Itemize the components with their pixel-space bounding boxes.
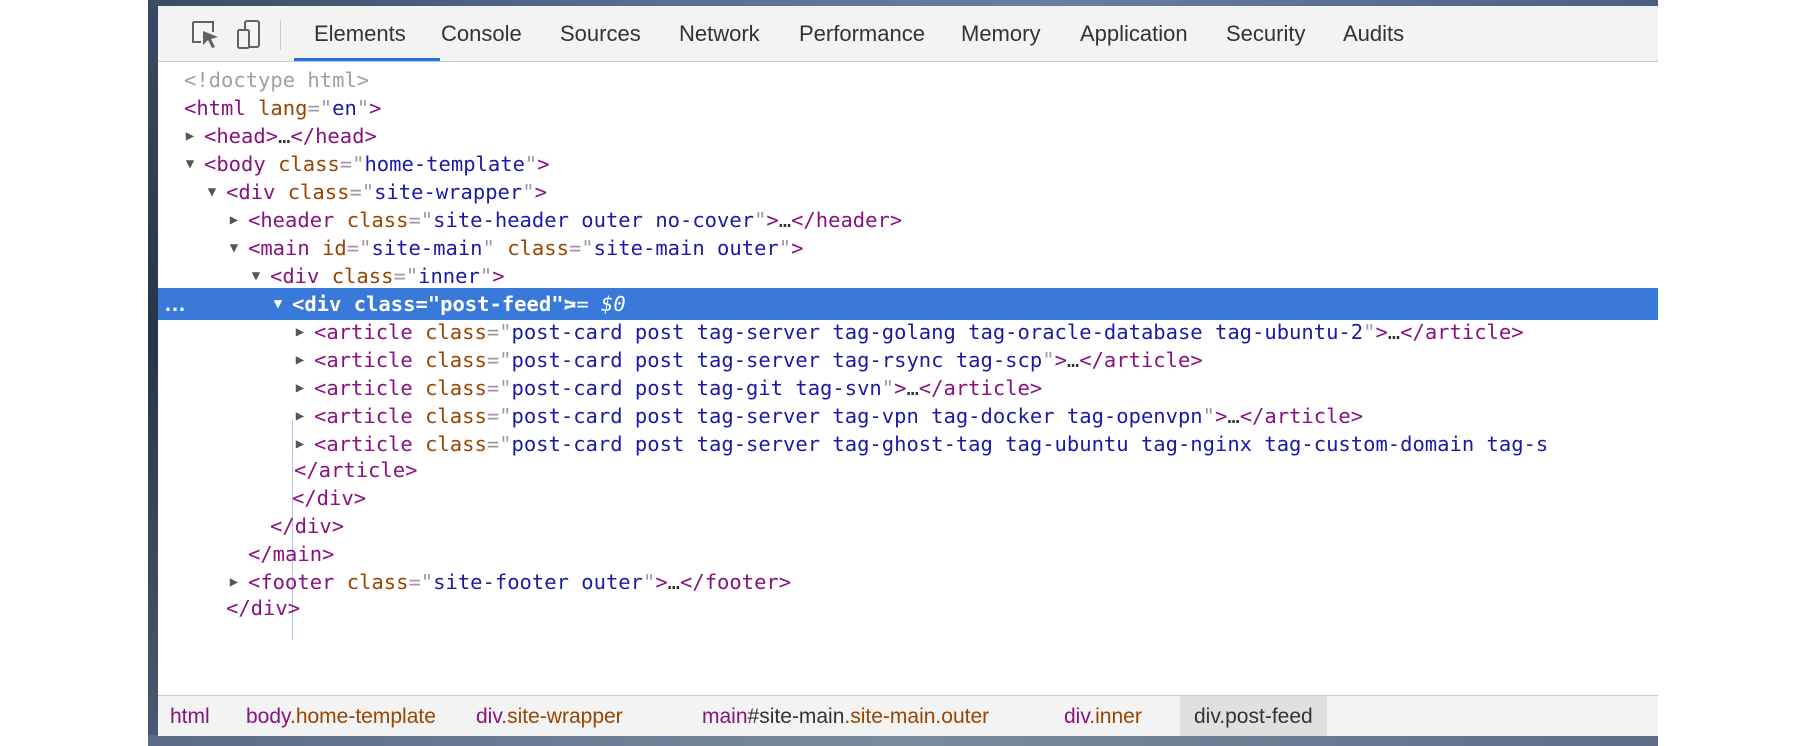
crumb-class: .post-feed [1219,705,1313,728]
attr-value: site-main outer [593,236,779,260]
ellipsis[interactable]: … [779,208,791,232]
breadcrumb-body[interactable]: body.home-template [246,696,436,736]
tab-performance[interactable]: Performance [799,6,925,61]
tab-application[interactable]: Application [1080,6,1188,61]
toolbar-separator [280,20,281,50]
attr-value: site-footer outer [433,570,643,594]
tag-name: html [196,96,246,120]
attr-value: post-feed [440,292,552,316]
tab-network[interactable]: Network [679,6,760,61]
dom-closing-div[interactable]: </div> [158,592,1658,624]
window-edge [148,0,158,746]
closing-tag: </article> [1239,404,1364,428]
tag-name: div [238,180,276,204]
attr-name: class [346,208,409,232]
crumb-class: .inner [1089,705,1142,728]
attr-value: post-card post tag-server tag-vpn tag-do… [511,404,1203,428]
attr-value: post-card post tag-server tag-rsync tag-… [511,348,1043,372]
breadcrumb-html[interactable]: html [170,696,210,736]
crumb-tag: div [476,705,502,728]
tag-name: footer [260,570,335,594]
dom-tree[interactable]: <!doctype html> <html lang="en"> ▶ <head… [158,62,1658,694]
tag-name: header [815,208,890,232]
crumb-class: .home-template [289,705,436,728]
attr-value: post-card post tag-server tag-ghost-tag … [511,432,1549,456]
tag-name: main [260,236,310,260]
window-bottom-edge [148,735,1658,746]
attr-name: id [322,236,347,260]
tab-console[interactable]: Console [441,6,522,61]
attr-name: class [353,292,416,316]
crumb-tag: html [170,705,210,728]
attr-value: inner [418,264,480,288]
attr-name: class [425,320,487,344]
attr-name: class [507,236,569,260]
attr-name: class [287,180,350,204]
ellipsis[interactable]: … [1388,320,1400,344]
tab-sources[interactable]: Sources [560,6,641,61]
closing-tag: </div> [226,596,301,620]
crumb-tag: div [1194,705,1220,728]
attr-value: site-wrapper [374,180,523,204]
attr-value: en [332,96,357,120]
attr-name: class [331,264,394,288]
device-toolbar-icon[interactable] [232,18,266,52]
breadcrumb: html body.home-template div.site-wrapper… [158,695,1658,736]
ellipsis[interactable]: … [906,376,918,400]
closing-tag: </article> [1400,320,1524,344]
tag-name: head [315,124,365,148]
attr-value: post-card post tag-git tag-svn [511,376,882,400]
devtools-panel: Elements Console Sources Network Perform… [158,6,1658,736]
tag-name: head [216,124,266,148]
tag-name: header [260,208,335,232]
ellipsis[interactable]: … [668,570,680,594]
devtools-toolbar: Elements Console Sources Network Perform… [158,6,1658,62]
inspect-element-icon[interactable] [188,18,222,52]
tab-audits[interactable]: Audits [1343,6,1404,61]
attr-value: site-header outer no-cover [433,208,755,232]
attr-name: class [425,432,487,456]
tag-name: body [216,152,266,176]
closing-tag: </article> [918,376,1043,400]
attr-value: post-card post tag-server tag-golang tag… [511,320,1364,344]
crumb-tag: div [1064,705,1090,728]
attr-value: site-main [371,236,483,260]
tag-name: article [326,320,413,344]
breadcrumb-main[interactable]: main#site-main.site-main.outer [702,696,989,736]
attr-value: home-template [364,152,525,176]
tag-name: article [326,404,413,428]
tab-elements[interactable]: Elements [314,6,406,61]
crumb-tag: body [246,705,290,728]
attr-name: class [425,404,487,428]
tag-name: article [326,348,413,372]
ellipsis[interactable]: … [278,124,290,148]
breadcrumb-inner[interactable]: div.inner [1064,696,1142,736]
attr-name: class [425,376,487,400]
tag-name: article [326,376,413,400]
tag-name: footer [704,570,779,594]
ellipsis[interactable]: … [1067,348,1079,372]
crumb-id: #site-main [747,705,845,728]
breadcrumb-site-wrapper[interactable]: div.site-wrapper [476,696,623,736]
attr-name: class [278,152,340,176]
ellipsis[interactable]: … [1227,404,1239,428]
breadcrumb-post-feed[interactable]: div.post-feed [1180,696,1327,736]
attr-name: class [425,348,487,372]
attr-name: lang [258,96,308,120]
active-tab-indicator [294,58,440,61]
tag-name: div [282,264,320,288]
tab-memory[interactable]: Memory [961,6,1040,61]
crumb-tag: main [702,705,748,728]
attr-name: class [346,570,409,594]
tab-security[interactable]: Security [1226,6,1305,61]
crumb-class: .site-main.outer [844,705,990,728]
crumb-class: .site-wrapper [501,705,623,728]
tag-name: div [304,292,342,316]
tag-name: article [326,432,413,456]
closing-tag: </article> [1079,348,1203,372]
